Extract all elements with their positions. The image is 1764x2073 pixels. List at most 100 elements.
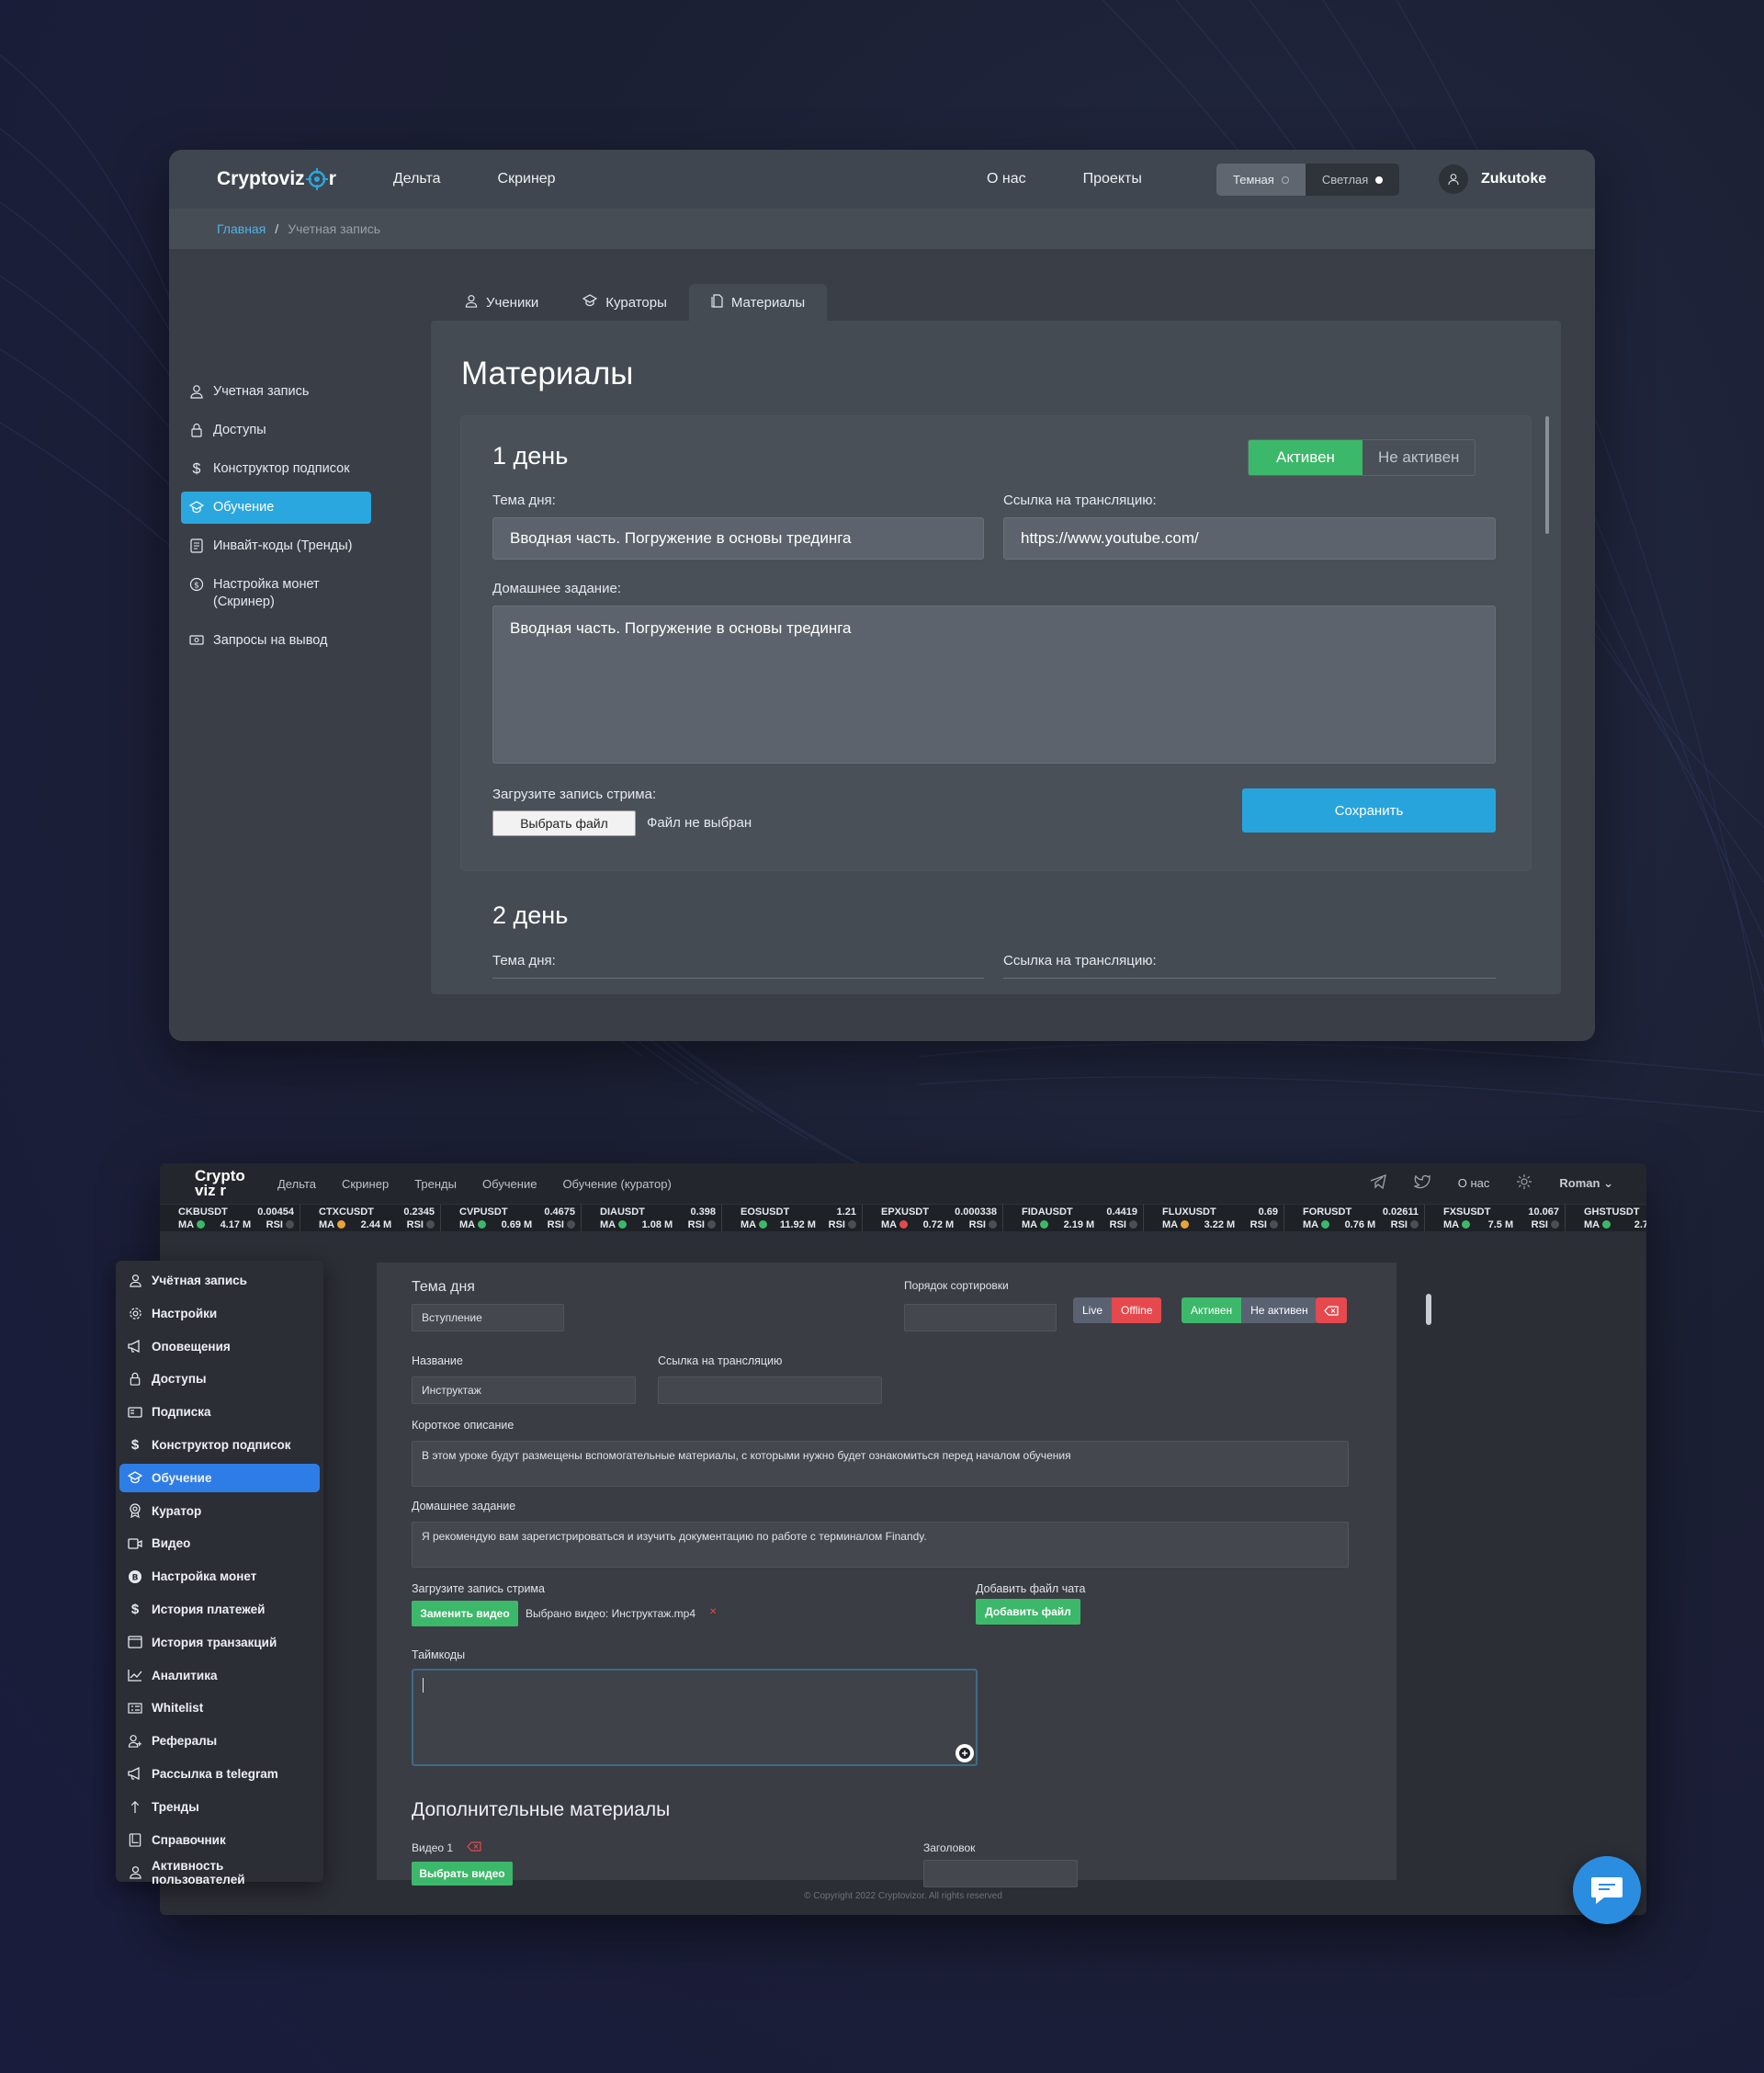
ticker-symbol: CTXCUSDT xyxy=(319,1206,374,1218)
ticker-item[interactable]: FLUXUSDT 0.69 MA 3.22 M RSI xyxy=(1144,1205,1284,1231)
status-active-button[interactable]: Активен xyxy=(1249,440,1363,475)
nav-about-2[interactable]: О нас xyxy=(1458,1176,1490,1190)
nav-delta-2[interactable]: Дельта xyxy=(277,1177,316,1191)
sidebar-item[interactable]: B Настройка монет xyxy=(119,1562,320,1591)
ticker-item[interactable]: CVPUSDT 0.4675 MA 0.69 M RSI xyxy=(441,1205,582,1231)
name-input[interactable]: Инструктаж xyxy=(412,1376,636,1404)
stream-url-input[interactable] xyxy=(658,1376,882,1404)
nav-about[interactable]: О нас xyxy=(987,171,1026,187)
delete-button[interactable] xyxy=(1316,1297,1347,1323)
status-inactive-button[interactable]: Не активен xyxy=(1241,1297,1317,1323)
live-button[interactable]: Live xyxy=(1073,1297,1113,1323)
tab-materials[interactable]: Материалы xyxy=(688,284,828,321)
remove-video1-icon[interactable] xyxy=(467,1840,481,1856)
nav-projects[interactable]: Проекты xyxy=(1083,171,1142,187)
sidebar-item[interactable]: История транзакций xyxy=(119,1628,320,1657)
telegram-icon[interactable] xyxy=(1370,1173,1386,1192)
sidebar-item[interactable]: Доступы xyxy=(119,1365,320,1393)
sidebar-item[interactable]: Whitelist xyxy=(119,1694,320,1722)
rsi-indicator: RSI xyxy=(266,1218,294,1231)
stream-label: Ссылка на трансляцию xyxy=(658,1354,783,1367)
save-button[interactable]: Сохранить xyxy=(1242,788,1496,833)
nav-screener-2[interactable]: Скринер xyxy=(342,1177,389,1191)
ticker-item[interactable]: DIAUSDT 0.398 MA 1.08 M RSI xyxy=(582,1205,722,1231)
homework-textarea[interactable]: Я рекомендую вам зарегистрироваться и из… xyxy=(412,1522,1349,1568)
sidebar-item-education[interactable]: Обучение xyxy=(181,492,371,524)
timecodes-textarea[interactable] xyxy=(412,1669,978,1766)
ticker-symbol: FORUSDT xyxy=(1303,1206,1352,1218)
offline-button[interactable]: Offline xyxy=(1112,1297,1162,1323)
sidebar-item[interactable]: Видео xyxy=(119,1529,320,1558)
theme-dark-button[interactable]: Темная xyxy=(1216,164,1306,196)
ticker-item[interactable]: CKBUSDT 0.00454 MA 4.17 M RSI xyxy=(160,1205,300,1231)
sidebar-item[interactable]: Активность пользователей xyxy=(119,1858,320,1886)
sidebar-item-withdraw-requests[interactable]: Запросы на вывод xyxy=(181,625,371,657)
stream-input-2[interactable] xyxy=(1003,978,1496,994)
ticker-item[interactable]: CTXCUSDT 0.2345 MA 2.44 M RSI xyxy=(300,1205,441,1231)
ticker-item[interactable]: EPXUSDT 0.000338 MA 0.72 M RSI xyxy=(863,1205,1003,1231)
chat-button[interactable] xyxy=(1573,1856,1641,1924)
logo[interactable]: Cryptoviz r xyxy=(217,168,336,190)
topic-input[interactable]: Вступление xyxy=(412,1304,564,1331)
sun-icon[interactable] xyxy=(1517,1174,1532,1192)
add-file-button[interactable]: Добавить файл xyxy=(976,1599,1080,1625)
backspace-icon xyxy=(1324,1305,1339,1316)
nav-education-curator-2[interactable]: Обучение (куратор) xyxy=(562,1177,671,1191)
heading-input[interactable] xyxy=(923,1860,1078,1887)
logo-2[interactable]: Crypto viz r xyxy=(195,1168,259,1198)
status-active-button[interactable]: Активен xyxy=(1182,1297,1242,1323)
twitter-icon[interactable] xyxy=(1412,1174,1430,1192)
ticker-item[interactable]: FORUSDT 0.02611 MA 0.76 M RSI xyxy=(1284,1205,1425,1231)
tab-students[interactable]: Ученики xyxy=(443,284,560,321)
nav-delta[interactable]: Дельта xyxy=(393,171,441,187)
theme-light-button[interactable]: Светлая xyxy=(1305,164,1400,196)
sidebar-item[interactable]: Рефералы xyxy=(119,1727,320,1755)
user-menu-2[interactable]: Roman ⌄ xyxy=(1559,1176,1613,1191)
list-icon xyxy=(128,1701,142,1716)
user-icon xyxy=(128,1865,142,1880)
choose-file-button[interactable]: Выбрать файл xyxy=(492,810,636,836)
sidebar-item[interactable]: Учётная запись xyxy=(119,1266,320,1295)
megaphone-icon xyxy=(128,1766,142,1781)
scrollbar-2[interactable] xyxy=(1426,1294,1431,1325)
sidebar-item-coin-settings[interactable]: $ Настройка монет (Скринер) xyxy=(181,569,371,618)
sidebar-item[interactable]: Оповещения xyxy=(119,1332,320,1361)
breadcrumb-home[interactable]: Главная xyxy=(217,221,266,236)
sidebar-item-account[interactable]: Учетная запись xyxy=(181,376,371,408)
ticker-symbol: EPXUSDT xyxy=(881,1206,929,1218)
sidebar-item[interactable]: $ История платежей xyxy=(119,1595,320,1624)
nav-education-2[interactable]: Обучение xyxy=(482,1177,537,1191)
nav-trends-2[interactable]: Тренды xyxy=(414,1177,457,1191)
sidebar-item[interactable]: Подписка xyxy=(119,1398,320,1426)
replace-video-button[interactable]: Заменить видео xyxy=(412,1601,518,1626)
ticker-item[interactable]: GHSTUSDTMA2.7RSI xyxy=(1566,1205,1646,1231)
sidebar-item[interactable]: $ Конструктор подписок xyxy=(119,1431,320,1459)
user-menu[interactable]: Zukutoke xyxy=(1439,164,1546,194)
sidebar-item[interactable]: Обучение xyxy=(119,1463,320,1492)
scrollbar[interactable] xyxy=(1545,416,1549,534)
tab-curators[interactable]: Кураторы xyxy=(560,284,689,321)
status-inactive-button[interactable]: Не активен xyxy=(1363,440,1476,475)
ticker-item[interactable]: FXSUSDT 10.067 MA 7.5 M RSI xyxy=(1425,1205,1566,1231)
ticker-item[interactable]: EOSUSDT 1.21 MA 11.92 M RSI xyxy=(722,1205,863,1231)
sidebar-item[interactable]: Настройки xyxy=(119,1299,320,1328)
resize-handle-icon[interactable] xyxy=(956,1744,974,1762)
sidebar-item[interactable]: Тренды xyxy=(119,1793,320,1821)
sidebar-item[interactable]: Рассылка в telegram xyxy=(119,1760,320,1788)
homework-textarea[interactable]: Вводная часть. Погружение в основы треди… xyxy=(492,606,1496,764)
nav-screener[interactable]: Скринер xyxy=(498,171,556,187)
sidebar-item[interactable]: Аналитика xyxy=(119,1661,320,1690)
sidebar-item-invite-codes[interactable]: Инвайт-коды (Тренды) xyxy=(181,530,371,562)
sort-input[interactable] xyxy=(904,1304,1057,1331)
sidebar-item-access[interactable]: Доступы xyxy=(181,414,371,447)
sidebar-item[interactable]: Справочник xyxy=(119,1826,320,1854)
topic-input[interactable]: Вводная часть. Погружение в основы треди… xyxy=(492,517,984,560)
topic-input-2[interactable] xyxy=(492,978,984,994)
short-description-textarea[interactable]: В этом уроке будут размещены вспомогател… xyxy=(412,1441,1349,1487)
ticker-item[interactable]: FIDAUSDT 0.4419 MA 2.19 M RSI xyxy=(1003,1205,1144,1231)
stream-url-input[interactable]: https://www.youtube.com/ xyxy=(1003,517,1496,560)
remove-video-icon[interactable]: ✕ xyxy=(709,1607,717,1617)
choose-video-button[interactable]: Выбрать видео xyxy=(412,1862,513,1886)
sidebar-item-subscription-builder[interactable]: $ Конструктор подписок xyxy=(181,453,371,485)
sidebar-item[interactable]: Куратор xyxy=(119,1497,320,1525)
